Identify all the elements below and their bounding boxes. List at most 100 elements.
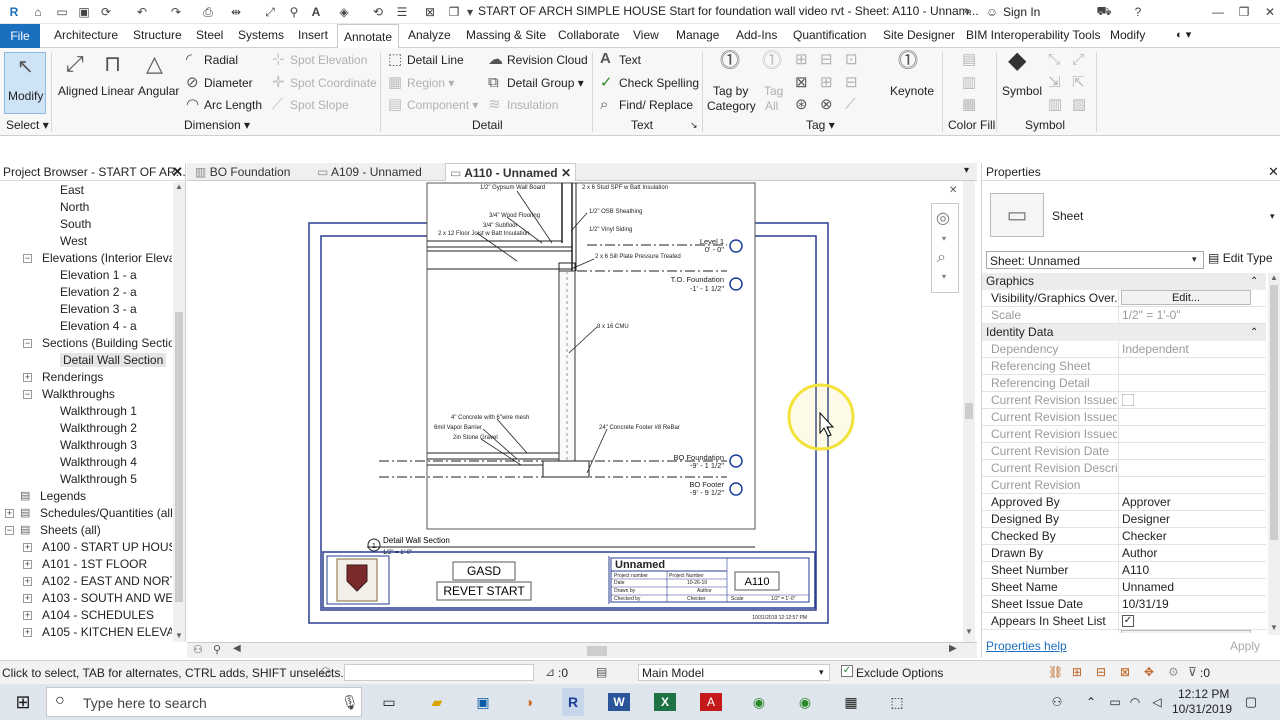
detail-line-button[interactable]: Detail Line <box>407 53 464 67</box>
level-elevation[interactable]: -1' - 1 1/2" <box>690 284 724 293</box>
print-icon[interactable]: ⎙ <box>200 4 216 20</box>
level-elevation[interactable]: -9' - 1 1/2" <box>690 461 724 470</box>
tab-site-designer[interactable]: Site Designer <box>883 28 955 44</box>
property-row[interactable]: Referencing Sheet <box>982 358 1266 375</box>
property-edit-button[interactable]: Edit... <box>1121 630 1251 633</box>
tray-overflow-icon[interactable]: ⌃ <box>1080 692 1102 712</box>
property-row[interactable]: Approved By Approver <box>982 494 1266 511</box>
level-elevation[interactable]: 0' - 0" <box>705 245 724 254</box>
apply-button[interactable]: Apply <box>1230 639 1260 653</box>
property-value[interactable]: Unnamed <box>1122 580 1174 594</box>
tab-bim-interoperability[interactable]: BIM Interoperability Tools <box>966 28 1101 44</box>
diameter-icon[interactable]: ⊘ <box>186 75 199 91</box>
save-icon[interactable]: ▣ <box>76 4 92 20</box>
property-row[interactable]: Drawn By Author <box>982 545 1266 562</box>
tab-view[interactable]: View <box>633 28 659 44</box>
material-tag-icon[interactable]: ⊟ <box>820 52 833 68</box>
check-spelling-icon[interactable]: ✓ <box>600 75 613 91</box>
area-tag-icon[interactable]: ⊡ <box>845 52 858 68</box>
tree-toggle-icon[interactable]: + <box>23 628 32 637</box>
edit-type-button[interactable]: ▤ Edit Type <box>1208 251 1273 265</box>
detail-line-icon[interactable]: ⬚ <box>388 52 402 68</box>
tree-toggle-icon[interactable]: + <box>23 373 32 382</box>
radial-button[interactable]: Radial <box>204 53 238 67</box>
property-edit-button[interactable]: Edit... <box>1121 290 1251 305</box>
sheet-drawing[interactable]: 1/2" Gypsum Wall Board 2 x 6 Stud SPF w … <box>187 181 977 642</box>
linear-dim-icon[interactable]: ⊓ <box>104 53 121 75</box>
wheel-dropdown-icon[interactable]: ▾ <box>942 234 946 243</box>
tree-item[interactable]: Sheets (all) <box>40 523 101 537</box>
tree-item[interactable]: Elevations (Interior Elevati <box>42 251 172 265</box>
select-pinned-icon[interactable]: ⊟ <box>1096 665 1106 679</box>
scroll-right-icon[interactable]: ▶ <box>949 643 957 654</box>
multi-category-tag-icon[interactable]: ⊞ <box>795 52 808 68</box>
tag-by-category-line1[interactable]: Tag by <box>713 84 748 98</box>
property-row[interactable]: Appears In Sheet List ✓ <box>982 613 1266 630</box>
sheet-name-text[interactable]: Unnamed <box>615 559 665 571</box>
space-tag-icon[interactable]: ⊞ <box>820 75 833 91</box>
property-row[interactable]: Current Revision Descri... <box>982 460 1266 477</box>
keynote-button[interactable]: Keynote <box>890 84 934 98</box>
acrobat-icon[interactable]: A <box>700 693 722 711</box>
property-value[interactable]: Approver <box>1122 495 1171 509</box>
find-replace-icon[interactable]: ⌕ <box>600 97 608 113</box>
close-navbar-icon[interactable]: ✕ <box>949 185 957 196</box>
tree-item[interactable]: West <box>60 234 87 248</box>
property-value[interactable]: A110 <box>1122 563 1149 577</box>
keynote-icon[interactable]: ⓵ <box>898 51 918 71</box>
revit-taskbar-icon[interactable]: R <box>562 688 584 716</box>
tree-toggle-icon[interactable]: + <box>5 509 14 518</box>
note-footer-rebar[interactable]: 24" Concrete Footer #8 ReBar <box>599 425 680 431</box>
property-value[interactable]: 10/31/19 <box>1122 597 1169 611</box>
tag-by-category-line2[interactable]: Category <box>707 99 756 113</box>
restore-icon[interactable]: ❐ <box>1236 4 1252 20</box>
view-tab-a109[interactable]: ▭ A109 - Unnamed <box>317 163 422 181</box>
tree-item[interactable]: Sections (Building Section <box>42 336 172 350</box>
taskbar-search[interactable]: ○ Type here to search 🎙 <box>46 687 362 717</box>
level-elevation[interactable]: -9' - 9 1/2" <box>690 488 724 497</box>
detail-group-icon[interactable]: ⧉ <box>488 75 499 91</box>
note-gypsum[interactable]: 1/2" Gypsum Wall Board <box>480 185 545 191</box>
detail-group-button[interactable]: Detail Group ▾ <box>507 76 584 90</box>
tread-number-icon[interactable]: ⟋ <box>845 97 856 113</box>
property-row[interactable]: Checked By Checker <box>982 528 1266 545</box>
tree-item[interactable]: A101 - 1ST FLOOR <box>42 557 147 571</box>
property-row[interactable]: Current Revision <box>982 477 1266 494</box>
tab-systems[interactable]: Systems <box>238 28 284 44</box>
scroll-down-icon[interactable]: ▼ <box>1270 623 1278 632</box>
property-row[interactable]: Current Revision Issued <box>982 392 1266 409</box>
scroll-down-icon[interactable]: ▼ <box>175 631 183 640</box>
tree-item[interactable]: A104 - SCHEDULES <box>42 608 154 622</box>
property-group-header[interactable]: Graphics ⌃ <box>982 273 1266 290</box>
design-options-icon[interactable]: ▤ <box>596 665 607 679</box>
home-icon[interactable]: ⌂ <box>30 4 46 20</box>
tab-quantification[interactable]: Quantification <box>793 28 866 44</box>
undo-icon[interactable]: ↶ <box>134 4 150 20</box>
tree-toggle-icon[interactable]: − <box>5 526 14 535</box>
type-dropdown-icon[interactable]: ▾ <box>1270 211 1275 222</box>
tree-item[interactable]: Elevation 4 - a <box>60 319 137 333</box>
property-row[interactable]: Revisions on Sheet Edit... <box>982 630 1266 633</box>
property-row[interactable]: Referencing Detail <box>982 375 1266 392</box>
section-icon[interactable]: ⟲ <box>370 4 386 20</box>
scroll-thumb[interactable] <box>175 312 183 602</box>
select-by-face-icon[interactable]: ⊠ <box>1120 665 1130 679</box>
user-icon[interactable]: ☺ <box>984 4 1000 20</box>
tree-item[interactable]: Elevation 3 - a <box>60 302 137 316</box>
filter-icon[interactable]: ⊽ <box>1188 665 1197 679</box>
tree-toggle-icon[interactable]: − <box>23 339 32 348</box>
tb-value[interactable]: Checker <box>687 596 706 602</box>
calculator-icon[interactable]: ▦ <box>840 692 862 712</box>
tb-value[interactable]: 1/2" = 1'-0" <box>771 596 796 602</box>
stair-path-icon[interactable]: ⊗ <box>820 97 833 113</box>
close-icon[interactable]: ✕ <box>1268 164 1279 180</box>
scroll-left-icon[interactable]: ◀ <box>233 643 241 654</box>
tree-item[interactable]: Walkthrough 2 <box>60 421 137 435</box>
tree-item[interactable]: Legends <box>40 489 86 503</box>
revision-cloud-icon[interactable]: ☁ <box>488 52 503 68</box>
measure-icon[interactable]: ⇹ <box>228 4 244 20</box>
binoculars-icon[interactable]: ⚭ <box>960 4 976 20</box>
tree-toggle-icon[interactable]: − <box>23 254 32 263</box>
property-row[interactable]: Sheet Issue Date 10/31/19 <box>982 596 1266 613</box>
minimize-icon[interactable]: — <box>1210 4 1226 20</box>
